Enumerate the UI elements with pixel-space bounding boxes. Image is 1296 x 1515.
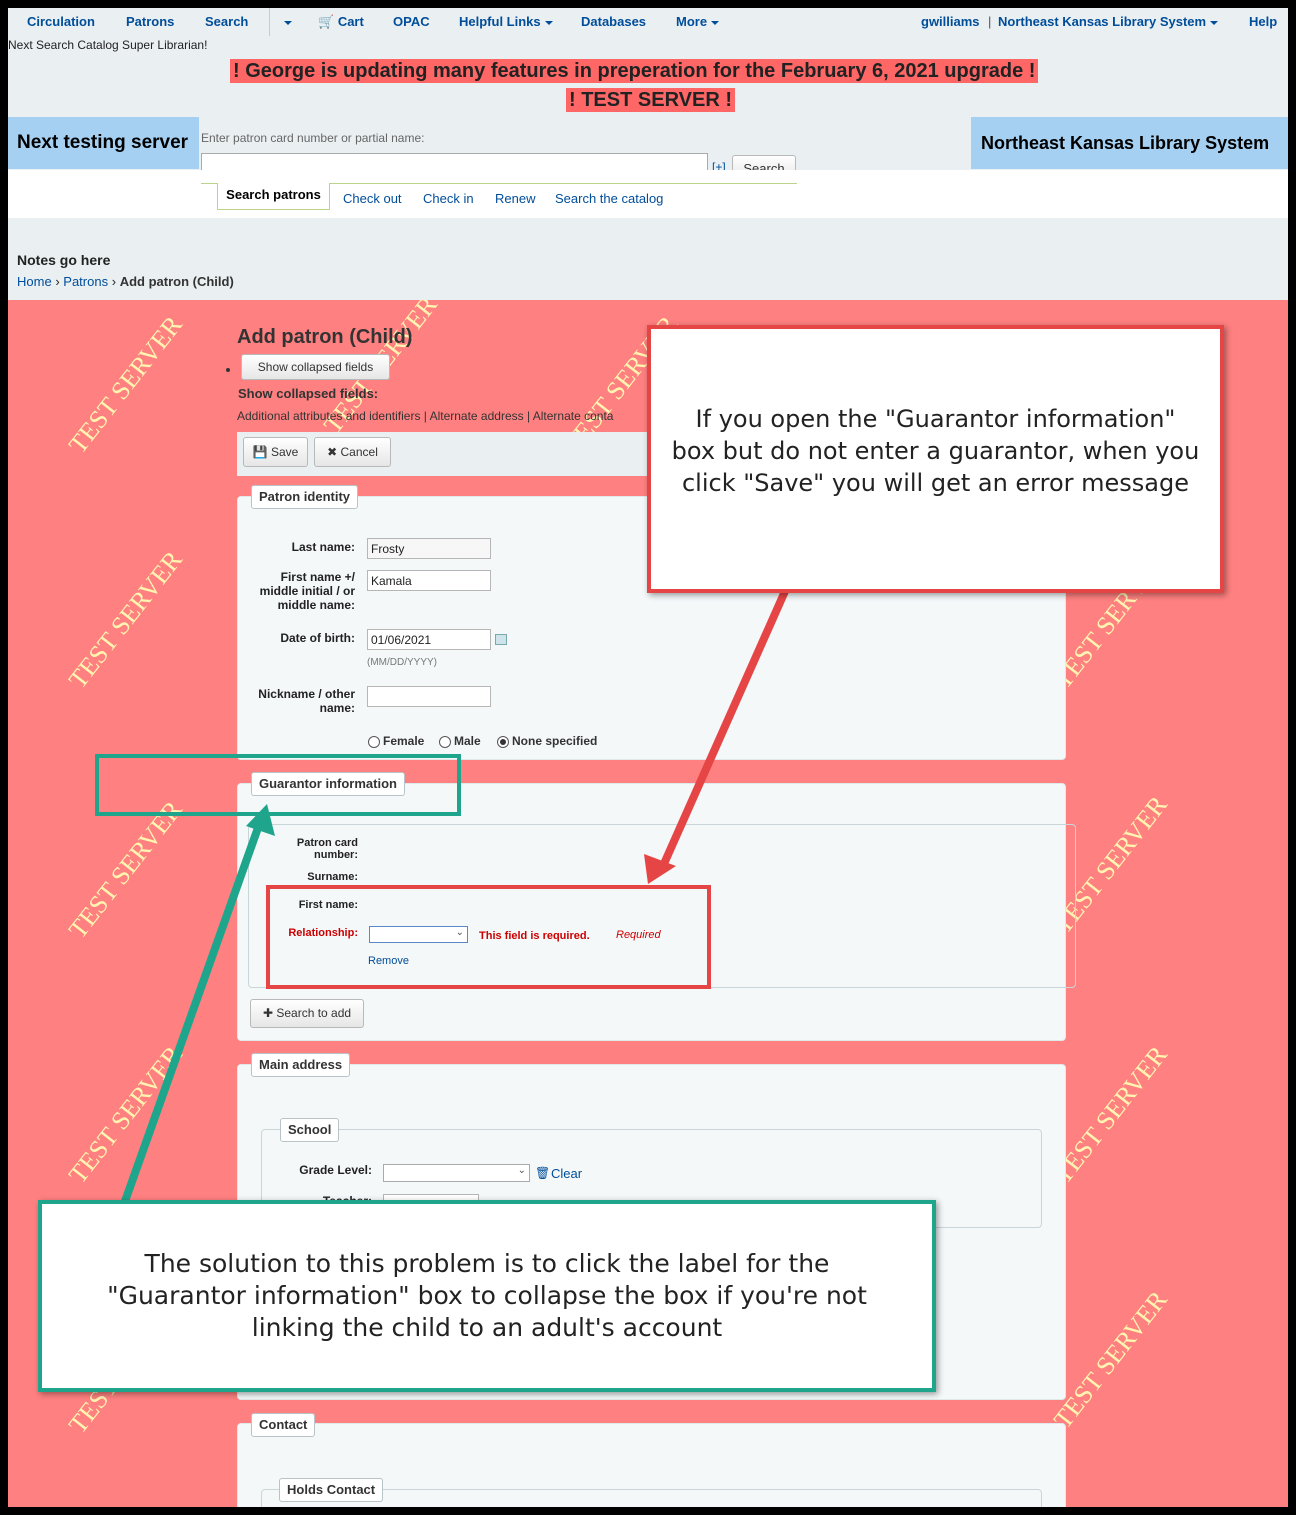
error-explanation-callout: If you open the "Guarantor information" … [647,325,1224,593]
solution-callout: The solution to this problem is to click… [38,1200,936,1392]
green-arrow [120,823,263,1206]
red-arrow [659,587,790,868]
app-frame: Circulation Patrons Search 🛒 Cart OPAC H… [8,8,1288,1507]
red-arrowhead [644,854,676,884]
